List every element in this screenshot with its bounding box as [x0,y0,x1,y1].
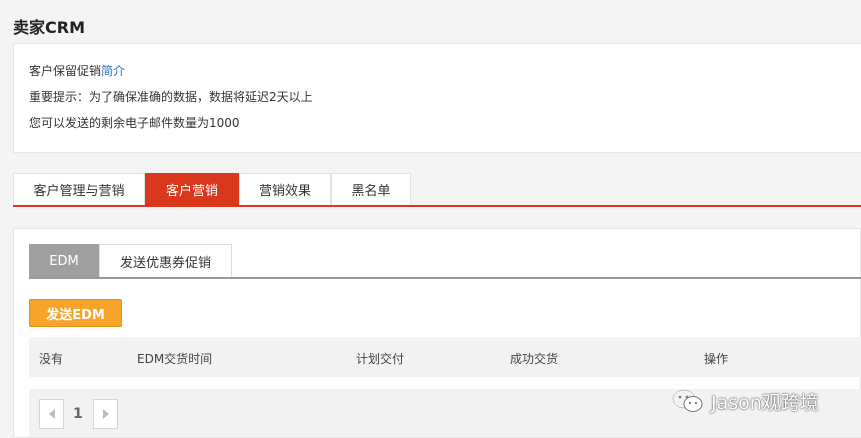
column-header-no: 没有 [39,352,64,366]
intro-text: 客户保留促销 [29,64,102,78]
info-intro-line: 客户保留促销简介 [29,62,125,79]
page-title: 卖家CRM [13,18,85,37]
prev-page-button[interactable] [39,399,64,429]
column-header-edm-time: EDM交货时间 [137,352,213,366]
subtab-edm[interactable]: EDM [29,244,99,277]
wechat-icon [672,389,703,412]
current-page-number[interactable]: 1 [73,406,83,422]
chevron-left-icon [48,409,55,419]
chevron-right-icon [102,409,109,419]
sub-tab-bar: EDM 发送优惠券促销 [29,244,861,279]
send-edm-button[interactable]: 发送EDM [29,299,122,327]
column-header-planned: 计划交付 [356,352,405,366]
subtab-coupon-promotion[interactable]: 发送优惠券促销 [99,244,232,277]
info-panel: 客户保留促销简介 重要提示：为了确保准确的数据，数据将延迟2天以上 您可以发送的… [13,43,861,153]
table-header: 没有 EDM交货时间 计划交付 成功交货 操作 [29,337,861,377]
next-page-button[interactable] [93,399,118,429]
column-header-delivered: 成功交货 [510,352,559,366]
column-header-actions: 操作 [704,352,729,366]
tab-customer-marketing[interactable]: 客户营销 [145,173,239,205]
tab-customer-management[interactable]: 客户管理与营销 [13,173,145,205]
watermark: Jason观跨境 [671,387,819,415]
intro-link[interactable]: 简介 [101,64,125,78]
main-tab-bar: 客户管理与营销 客户营销 营销效果 黑名单 [13,173,861,207]
tab-blacklist[interactable]: 黑名单 [331,173,411,205]
tab-marketing-effect[interactable]: 营销效果 [239,173,331,205]
remaining-email-count: 您可以发送的剩余电子邮件数量为1000 [29,116,240,130]
watermark-text: Jason观跨境 [711,391,819,414]
important-notice: 重要提示：为了确保准确的数据，数据将延迟2天以上 [29,90,313,104]
